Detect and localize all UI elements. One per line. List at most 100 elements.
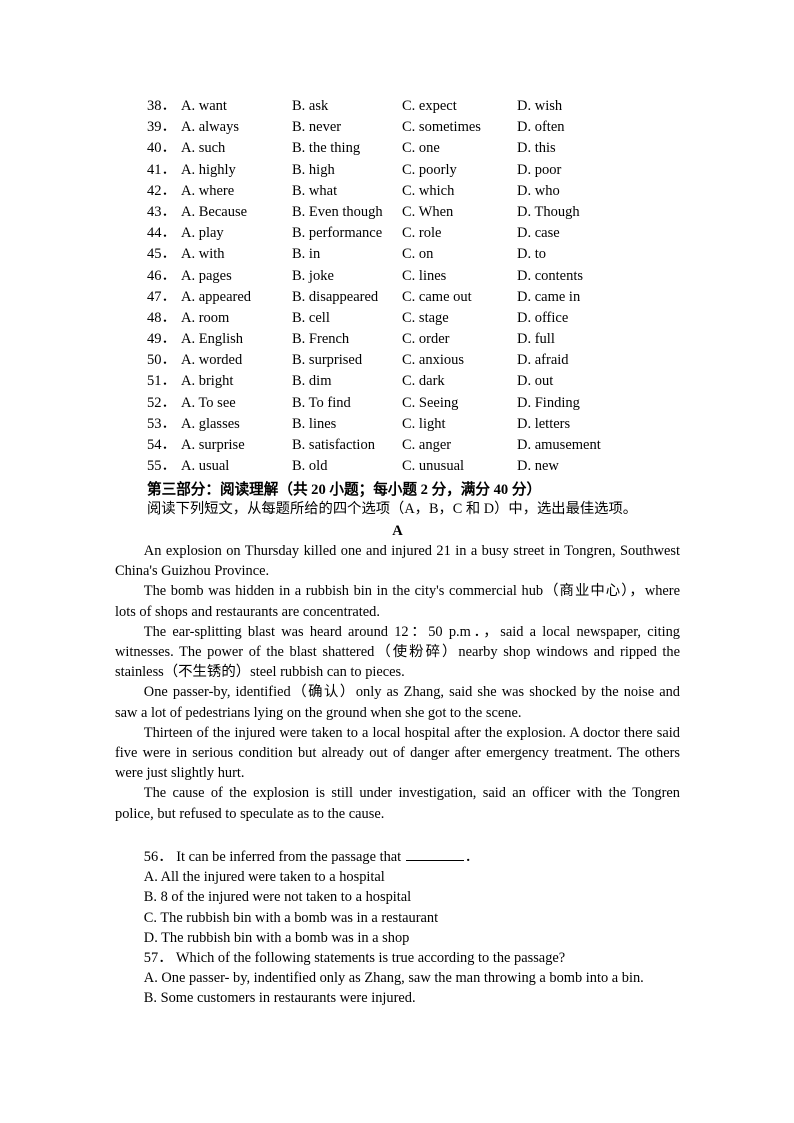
choice-d[interactable]: D. to — [517, 244, 637, 265]
choice-b[interactable]: B. never — [292, 117, 402, 138]
question-number: 42． — [147, 182, 176, 199]
choice-d[interactable]: D. new — [517, 456, 637, 477]
question-choice[interactable]: C. The rubbish bin with a bomb was in a … — [115, 908, 680, 928]
cloze-options-list: 38． A. want B. ask C. expect D. wish 39． A. al… — [147, 96, 687, 477]
choice-d[interactable]: D. Finding — [517, 393, 637, 414]
choice-c[interactable]: C. light — [402, 414, 517, 435]
choice-b[interactable]: B. cell — [292, 308, 402, 329]
question-choice[interactable]: D. The rubbish bin with a bomb was in a … — [115, 928, 680, 948]
choice-b[interactable]: B. old — [292, 456, 402, 477]
choice-d[interactable]: D. wish — [517, 96, 637, 117]
question-stem: 57． Which of the following statements is… — [115, 948, 680, 968]
choice-a[interactable]: A. pages — [181, 266, 292, 287]
choice-c[interactable]: C. expect — [402, 96, 517, 117]
choice-d[interactable]: D. Though — [517, 202, 637, 223]
question-choice[interactable]: B. Some customers in restaurants were in… — [115, 988, 680, 1008]
choice-b[interactable]: B. To find — [292, 393, 402, 414]
cloze-option-row: 39． A. always B. never C. sometimes D. often — [147, 117, 687, 138]
choice-d[interactable]: D. who — [517, 181, 637, 202]
choice-c[interactable]: C. dark — [402, 371, 517, 392]
choice-c[interactable]: C. anger — [402, 435, 517, 456]
choice-b[interactable]: B. ask — [292, 96, 402, 117]
question-number: 38． — [147, 98, 176, 114]
exam-page: 38． A. want B. ask C. expect D. wish 39． A. al… — [0, 0, 794, 1123]
cloze-option-row: 55． A. usual B. old C. unusual D. new — [147, 456, 687, 477]
choice-a[interactable]: A. highly — [181, 160, 292, 181]
choice-d[interactable]: D. amusement — [517, 435, 637, 456]
cloze-option-row: 43． A. Because B. Even though C. When D. Tho… — [147, 202, 687, 223]
cloze-option-row: 47． A. appeared B. disappeared C. came out D… — [147, 287, 687, 308]
choice-b[interactable]: B. satisfaction — [292, 435, 402, 456]
choice-d[interactable]: D. often — [517, 117, 637, 138]
choice-b[interactable]: B. French — [292, 329, 402, 350]
choice-b[interactable]: B. performance — [292, 223, 402, 244]
cloze-option-row: 46． A. pages B. joke C. lines D. contents — [147, 266, 687, 287]
choice-c[interactable]: C. came out — [402, 287, 517, 308]
question-number: 49． — [147, 331, 176, 348]
choice-d[interactable]: D. contents — [517, 266, 637, 287]
question-choice[interactable]: B. 8 of the injured were not taken to a … — [115, 887, 680, 907]
choice-a[interactable]: A. Because — [181, 202, 292, 223]
question-number: 41． — [147, 161, 176, 178]
choice-a[interactable]: A. want — [181, 96, 292, 117]
choice-a[interactable]: A. such — [181, 138, 292, 159]
choice-c[interactable]: C. role — [402, 223, 517, 244]
choice-d[interactable]: D. letters — [517, 414, 637, 435]
choice-a[interactable]: A. glasses — [181, 414, 292, 435]
choice-a[interactable]: A. To see — [181, 393, 292, 414]
choice-b[interactable]: B. disappeared — [292, 287, 402, 308]
choice-c[interactable]: C. Seeing — [402, 393, 517, 414]
choice-a[interactable]: A. with — [181, 244, 292, 265]
choice-c[interactable]: C. stage — [402, 308, 517, 329]
choice-a[interactable]: A. appeared — [181, 287, 292, 308]
choice-d[interactable]: D. came in — [517, 287, 637, 308]
choice-d[interactable]: D. afraid — [517, 350, 637, 371]
choice-b[interactable]: B. lines — [292, 414, 402, 435]
choice-a[interactable]: A. bright — [181, 371, 292, 392]
choice-a[interactable]: A. English — [181, 329, 292, 350]
choice-b[interactable]: B. high — [292, 160, 402, 181]
choice-c[interactable]: C. When — [402, 202, 517, 223]
passage-paragraph: Thirteen of the injured were taken to a … — [115, 724, 680, 782]
question-number: 56． — [143, 849, 173, 865]
question-choice[interactable]: A. All the injured were taken to a hospi… — [115, 867, 680, 887]
choice-c[interactable]: C. poorly — [402, 160, 517, 181]
choice-a[interactable]: A. usual — [181, 456, 292, 477]
question-number: 55． — [147, 458, 176, 475]
choice-c[interactable]: C. sometimes — [402, 117, 517, 138]
passage-paragraph: The cause of the explosion is still unde… — [115, 785, 680, 822]
choice-a[interactable]: A. surprise — [181, 435, 292, 456]
cloze-option-row: 53． A. glasses B. lines C. light D. letters — [147, 414, 687, 435]
choice-d[interactable]: D. this — [517, 138, 637, 159]
cloze-option-row: 52． A. To see B. To find C. Seeing D. Findin… — [147, 393, 687, 414]
choice-c[interactable]: C. one — [402, 138, 517, 159]
choice-c[interactable]: C. unusual — [402, 456, 517, 477]
choice-d[interactable]: D. office — [517, 308, 637, 329]
choice-c[interactable]: C. on — [402, 244, 517, 265]
choice-c[interactable]: C. anxious — [402, 350, 517, 371]
choice-d[interactable]: D. case — [517, 223, 637, 244]
choice-b[interactable]: B. what — [292, 181, 402, 202]
cloze-option-row: 44． A. play B. performance C. role D. case — [147, 223, 687, 244]
choice-a[interactable]: A. room — [181, 308, 292, 329]
choice-a[interactable]: A. where — [181, 181, 292, 202]
choice-c[interactable]: C. lines — [402, 266, 517, 287]
passage-title: A — [392, 523, 403, 539]
choice-a[interactable]: A. always — [181, 117, 292, 138]
choice-b[interactable]: B. in — [292, 244, 402, 265]
question-choice[interactable]: A. One passer- by, indentified only as Z… — [115, 968, 680, 988]
cloze-option-row: 49． A. English B. French C. order D. full — [147, 329, 687, 350]
choice-d[interactable]: D. full — [517, 329, 637, 350]
choice-c[interactable]: C. order — [402, 329, 517, 350]
choice-d[interactable]: D. poor — [517, 160, 637, 181]
answer-blank[interactable] — [405, 848, 464, 861]
choice-a[interactable]: A. worded — [181, 350, 292, 371]
choice-d[interactable]: D. out — [517, 371, 637, 392]
choice-b[interactable]: B. the thing — [292, 138, 402, 159]
choice-b[interactable]: B. surprised — [292, 350, 402, 371]
choice-a[interactable]: A. play — [181, 223, 292, 244]
choice-b[interactable]: B. joke — [292, 266, 402, 287]
choice-c[interactable]: C. which — [402, 181, 517, 202]
choice-b[interactable]: B. dim — [292, 371, 402, 392]
choice-b[interactable]: B. Even though — [292, 202, 402, 223]
